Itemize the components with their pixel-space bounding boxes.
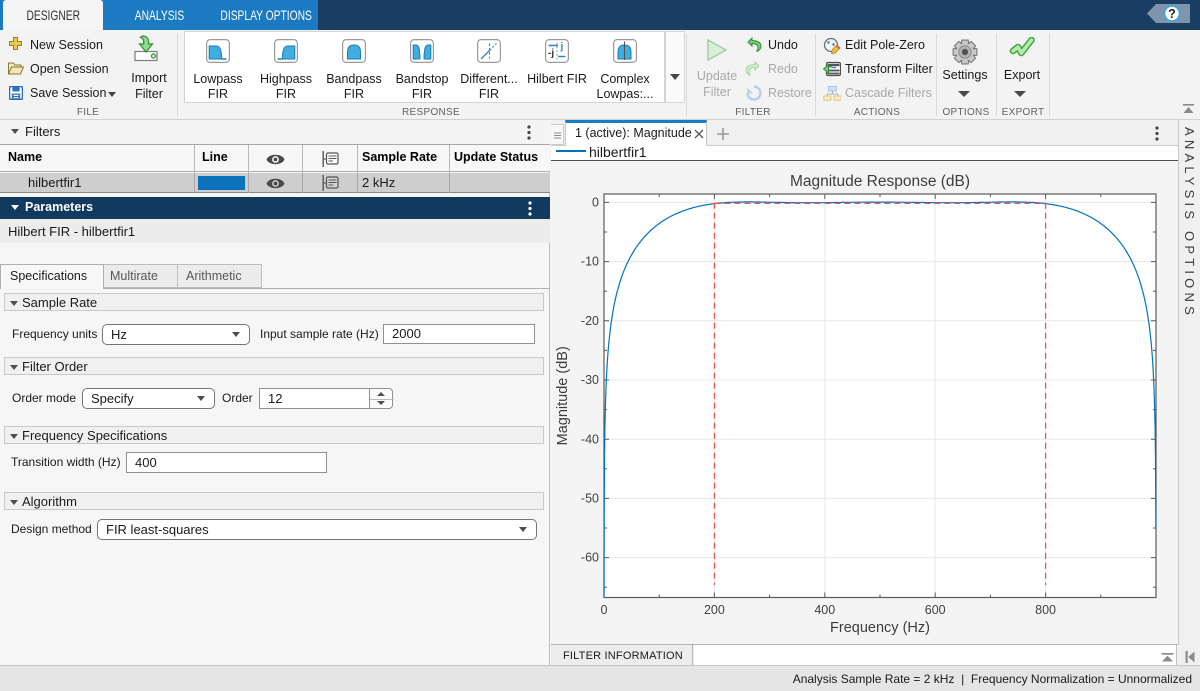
svg-text:600: 600	[925, 603, 946, 617]
svg-text:400: 400	[814, 603, 835, 617]
svg-text:-j: -j	[548, 48, 554, 59]
svg-text:-20: -20	[581, 314, 599, 328]
svg-text:Magnitude (dB): Magnitude (dB)	[555, 346, 571, 445]
svg-text:0: 0	[601, 603, 608, 617]
svg-text:j: j	[560, 42, 564, 53]
svg-text:200: 200	[704, 603, 725, 617]
svg-text:-40: -40	[581, 432, 599, 446]
svg-text:?: ?	[1168, 7, 1176, 21]
svg-text:-30: -30	[581, 373, 599, 387]
svg-text:800: 800	[1035, 603, 1056, 617]
svg-text:-10: -10	[581, 255, 599, 269]
svg-text:-50: -50	[581, 492, 599, 506]
svg-text:Magnitude Response (dB): Magnitude Response (dB)	[790, 173, 970, 190]
svg-text:0: 0	[592, 196, 599, 210]
svg-text:Frequency (Hz): Frequency (Hz)	[830, 620, 930, 636]
svg-text:-60: -60	[581, 551, 599, 565]
